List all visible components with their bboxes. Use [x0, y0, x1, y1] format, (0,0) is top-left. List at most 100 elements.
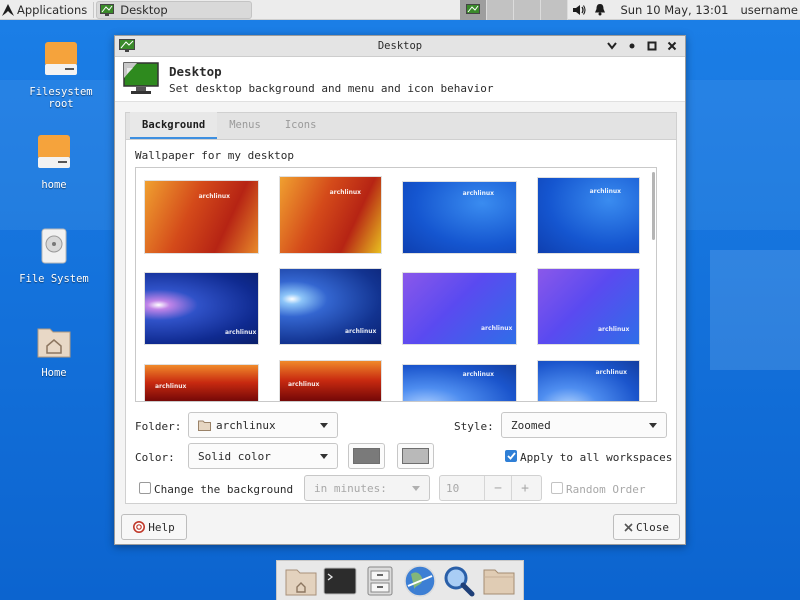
dock-item-web-browser[interactable] [402, 564, 438, 598]
wallpaper-brand: archlinux [288, 381, 320, 388]
wallpaper-brand: archlinux [462, 190, 494, 197]
desktop-icon-label: Filesystem root [29, 86, 93, 110]
wallpaper-thumbnail[interactable]: archlinux [538, 269, 639, 344]
apply-all-label: Apply to all workspaces [520, 451, 673, 464]
wallpaper-thumbnail[interactable]: archlinux [280, 269, 381, 344]
dialog-subheading: Set desktop background and menu and icon… [169, 81, 494, 95]
drive-orange-icon [38, 135, 70, 168]
folder-label: Folder: [135, 420, 182, 433]
folder-select[interactable]: archlinux [188, 412, 338, 438]
wallpaper-thumbnail[interactable]: archlinux [403, 273, 516, 344]
wallpaper-brand: archlinux [481, 325, 513, 332]
workspace-4[interactable] [541, 0, 569, 20]
color-button-secondary[interactable] [397, 443, 434, 469]
panel-separator [93, 1, 95, 18]
close-window-button[interactable] [663, 37, 681, 55]
window-title: Desktop [377, 40, 423, 52]
random-order-label: Random Order [566, 483, 646, 496]
interval-spin-value[interactable]: 10 [440, 482, 484, 495]
chevron-down-icon [649, 422, 657, 428]
wallpaper-thumbnail[interactable]: archlinux [145, 273, 258, 344]
window-titlebar[interactable]: Desktop [115, 36, 685, 57]
increment-button[interactable]: + [511, 476, 538, 500]
color-button-primary[interactable] [348, 443, 385, 469]
desktop-icon-file-system[interactable]: File System [14, 227, 94, 285]
applications-label: Applications [17, 2, 88, 17]
wallpaper-thumbnail[interactable]: archlinux [280, 361, 381, 401]
wallpaper-gallery[interactable]: archlinux archlinux archlinux archlinux … [135, 167, 657, 402]
apply-all-checkbox[interactable] [505, 450, 517, 462]
desktop-app-icon [466, 3, 481, 14]
wallpaper-brand: archlinux [329, 189, 361, 196]
window-menu-button[interactable] [603, 37, 621, 55]
desktop-settings-window: Desktop Desktop Set desktop background a… [114, 35, 686, 545]
tab-bar: Background Menus Icons [125, 112, 677, 140]
tab-background[interactable]: Background [130, 112, 218, 139]
wallpaper-thumbnail[interactable]: archlinux [145, 181, 258, 253]
dock-item-file-manager[interactable] [362, 564, 398, 598]
wallpaper-thumbnail[interactable]: archlinux [403, 182, 516, 253]
interval-spinbutton[interactable]: 10 − + [439, 475, 542, 501]
desktop-icon-home-folder[interactable]: Home [14, 321, 94, 379]
dock-item-home[interactable] [283, 564, 319, 598]
wallpaper-thumbnail[interactable]: archlinux [280, 177, 381, 253]
dock-item-folder[interactable] [481, 564, 517, 598]
desktop-icon-label: home [41, 179, 67, 191]
workspace-1[interactable] [460, 0, 488, 20]
desktop-icon-filesystem-root[interactable]: Filesystem root [21, 40, 101, 110]
web-browser-icon [404, 564, 436, 597]
terminal-icon [323, 567, 357, 594]
taskbar-item-desktop[interactable]: Desktop [96, 0, 253, 19]
help-button[interactable]: Help [121, 514, 187, 540]
dock-item-search[interactable] [441, 564, 477, 598]
wallpaper-brand: archlinux [198, 193, 230, 200]
harddisk-icon [41, 228, 67, 264]
desktop-settings-icon [123, 62, 159, 94]
style-select[interactable]: Zoomed [501, 412, 667, 438]
minimize-button[interactable] [623, 37, 641, 55]
folder-value: archlinux [216, 418, 276, 432]
dock-item-terminal[interactable] [322, 564, 358, 598]
drive-orange-icon [45, 42, 77, 75]
panel-username[interactable]: username [741, 3, 799, 17]
maximize-button[interactable] [643, 37, 661, 55]
desktop-icon-home[interactable]: home [14, 133, 94, 191]
close-icon [667, 41, 677, 51]
panel-clock[interactable]: Sun 10 May, 13:01 [620, 3, 728, 17]
change-background-checkbox[interactable] [139, 482, 151, 494]
wallpaper-brand: archlinux [598, 326, 630, 333]
color-mode-value: Solid color [198, 449, 271, 463]
chevron-down-icon [412, 485, 420, 491]
tab-menus[interactable]: Menus [217, 112, 273, 139]
wallpaper-brand: archlinux [345, 328, 377, 335]
decrement-button[interactable]: − [484, 476, 511, 500]
interval-select[interactable]: in minutes: [304, 475, 430, 501]
close-button[interactable]: Close [613, 514, 680, 540]
tab-icons[interactable]: Icons [273, 112, 329, 139]
desktop-app-icon [100, 3, 115, 16]
bell-icon[interactable] [594, 3, 606, 16]
system-tray [568, 3, 610, 16]
volume-icon[interactable] [572, 4, 586, 16]
wallpaper-thumbnail[interactable]: archlinux [145, 365, 258, 401]
random-order-checkbox[interactable] [551, 482, 563, 494]
wallpaper-brand: archlinux [225, 329, 257, 336]
home-folder-icon [285, 569, 317, 595]
workspace-2[interactable] [487, 0, 515, 20]
wallpaper-thumbnail[interactable]: archlinux [538, 361, 639, 401]
color-swatch-primary [353, 448, 380, 464]
workspace-switcher[interactable] [460, 0, 569, 20]
color-mode-select[interactable]: Solid color [188, 443, 338, 469]
wallpaper-thumbnail[interactable]: archlinux [403, 365, 516, 401]
help-icon [133, 521, 146, 533]
file-manager-icon [367, 566, 393, 595]
gallery-scrollbar[interactable] [652, 172, 655, 240]
wallpaper-brand: archlinux [595, 369, 627, 376]
color-label: Color: [135, 451, 175, 464]
change-background-label: Change the background [154, 483, 294, 496]
wallpaper-brand: archlinux [589, 188, 621, 195]
workspace-3[interactable] [514, 0, 542, 20]
wallpaper-thumbnail[interactable]: archlinux [538, 178, 639, 253]
dialog-header: Desktop Set desktop background and menu … [115, 57, 685, 102]
applications-menu[interactable]: Applications [0, 0, 91, 20]
